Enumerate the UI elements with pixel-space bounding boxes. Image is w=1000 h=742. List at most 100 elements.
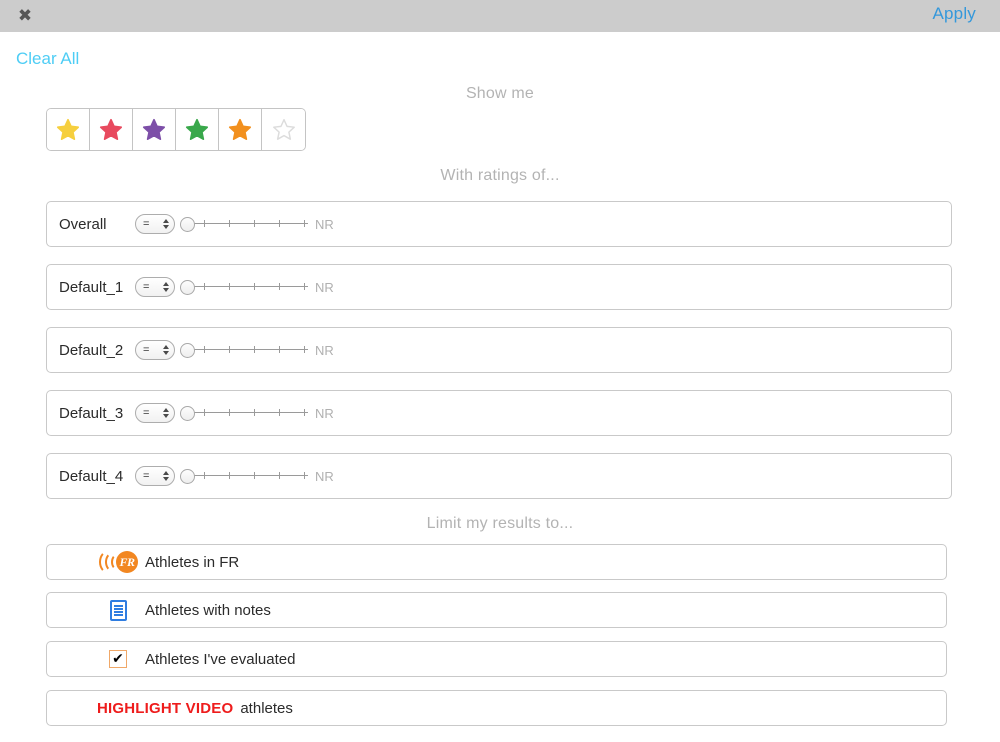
rating-slider-handle[interactable] bbox=[180, 342, 195, 358]
top-bar: ✖ Apply bbox=[0, 0, 1000, 32]
rating-row: Default_1 = NR bbox=[46, 264, 952, 310]
fr-logo-icon: FR bbox=[95, 550, 141, 574]
slider-tick bbox=[279, 472, 280, 479]
rating-operator-select[interactable]: = bbox=[135, 403, 175, 423]
slider-tick bbox=[254, 283, 255, 290]
rating-slider-handle[interactable] bbox=[180, 279, 195, 295]
highlight-video-tag: HIGHLIGHT VIDEO bbox=[97, 699, 234, 717]
close-icon[interactable]: ✖ bbox=[14, 5, 36, 27]
apply-button[interactable]: Apply bbox=[932, 4, 976, 24]
star-filter-star-green[interactable] bbox=[176, 109, 219, 150]
star-filter-star-purple[interactable] bbox=[133, 109, 176, 150]
slider-tick bbox=[254, 346, 255, 353]
star-filter-star-yellow[interactable] bbox=[47, 109, 90, 150]
limit-option-row[interactable]: Athletes with notes bbox=[46, 592, 947, 628]
slider-bar bbox=[194, 286, 308, 287]
slider-tick bbox=[204, 283, 205, 290]
clear-all-link[interactable]: Clear All bbox=[16, 49, 79, 69]
rating-slider-max-label: NR bbox=[315, 342, 334, 358]
rating-operator-value: = bbox=[143, 469, 150, 482]
limit-option-label: Athletes with notes bbox=[145, 601, 271, 619]
star-filter-star-orange[interactable] bbox=[219, 109, 262, 150]
rating-operator-select[interactable]: = bbox=[135, 466, 175, 486]
star-filter-star-empty[interactable] bbox=[262, 109, 305, 150]
rating-slider[interactable]: NR bbox=[180, 342, 334, 358]
rating-row-label: Default_3 bbox=[59, 404, 124, 422]
slider-tick bbox=[304, 220, 305, 227]
rating-operator-select[interactable]: = bbox=[135, 214, 175, 234]
rating-slider-track[interactable] bbox=[194, 469, 308, 483]
slider-tick bbox=[229, 283, 230, 290]
rating-row: Overall = NR bbox=[46, 201, 952, 247]
rating-row-label: Overall bbox=[59, 215, 107, 233]
rating-operator-select[interactable]: = bbox=[135, 340, 175, 360]
rating-slider-track[interactable] bbox=[194, 406, 308, 420]
slider-tick bbox=[304, 409, 305, 416]
rating-operator-value: = bbox=[143, 217, 150, 230]
rating-row-label: Default_1 bbox=[59, 278, 124, 296]
slider-tick bbox=[204, 472, 205, 479]
slider-tick bbox=[279, 220, 280, 227]
slider-bar bbox=[194, 223, 308, 224]
stepper-arrows-icon bbox=[163, 282, 169, 292]
rating-slider-max-label: NR bbox=[315, 468, 334, 484]
rating-slider-handle[interactable] bbox=[180, 468, 195, 484]
rating-operator-value: = bbox=[143, 406, 150, 419]
slider-tick bbox=[254, 472, 255, 479]
rating-slider-track[interactable] bbox=[194, 343, 308, 357]
slider-bar bbox=[194, 412, 308, 413]
rating-slider[interactable]: NR bbox=[180, 405, 334, 421]
limit-option-label: Athletes in FR bbox=[145, 553, 240, 571]
slider-tick bbox=[204, 346, 205, 353]
rating-slider[interactable]: NR bbox=[180, 216, 334, 232]
rating-slider-max-label: NR bbox=[315, 279, 334, 295]
rating-slider-handle[interactable] bbox=[180, 405, 195, 421]
slider-tick bbox=[229, 346, 230, 353]
slider-tick bbox=[254, 220, 255, 227]
star-filter-group[interactable] bbox=[46, 108, 306, 151]
section-label-with-ratings: With ratings of... bbox=[440, 167, 560, 184]
rating-slider[interactable]: NR bbox=[180, 468, 334, 484]
section-label-limit-results: Limit my results to... bbox=[426, 515, 574, 532]
limit-option-row[interactable]: HIGHLIGHT VIDEO athletes bbox=[46, 690, 947, 726]
checkbox-checked-icon[interactable]: ✔ bbox=[95, 650, 141, 668]
stepper-arrows-icon bbox=[163, 345, 169, 355]
star-icon bbox=[227, 117, 253, 142]
rating-slider-max-label: NR bbox=[315, 216, 334, 232]
rating-operator-select[interactable]: = bbox=[135, 277, 175, 297]
limit-option-row[interactable]: FR Athletes in FR bbox=[46, 544, 947, 580]
slider-tick bbox=[254, 409, 255, 416]
rating-row: Default_2 = NR bbox=[46, 327, 952, 373]
limit-option-row[interactable]: ✔ Athletes I've evaluated bbox=[46, 641, 947, 677]
rating-row: Default_4 = NR bbox=[46, 453, 952, 499]
rating-slider[interactable]: NR bbox=[180, 279, 334, 295]
notes-icon bbox=[95, 599, 141, 621]
stepper-arrows-icon bbox=[163, 219, 169, 229]
fr-disc-icon: FR bbox=[116, 551, 138, 573]
slider-tick bbox=[304, 346, 305, 353]
rating-row: Default_3 = NR bbox=[46, 390, 952, 436]
slider-tick bbox=[304, 472, 305, 479]
limit-option-label: Athletes I've evaluated bbox=[145, 650, 296, 668]
star-outline-icon bbox=[271, 117, 297, 142]
slider-bar bbox=[194, 475, 308, 476]
slider-tick bbox=[229, 472, 230, 479]
slider-tick bbox=[279, 409, 280, 416]
rating-slider-track[interactable] bbox=[194, 280, 308, 294]
slider-tick bbox=[204, 220, 205, 227]
limit-option-label: athletes bbox=[240, 699, 293, 717]
rating-slider-handle[interactable] bbox=[180, 216, 195, 232]
slider-tick bbox=[279, 283, 280, 290]
slider-tick bbox=[304, 283, 305, 290]
rating-row-label: Default_2 bbox=[59, 341, 124, 359]
section-label-show-me: Show me bbox=[465, 85, 535, 102]
star-filter-star-red[interactable] bbox=[90, 109, 133, 150]
slider-tick bbox=[279, 346, 280, 353]
rating-operator-value: = bbox=[143, 280, 150, 293]
slider-bar bbox=[194, 349, 308, 350]
rating-slider-max-label: NR bbox=[315, 405, 334, 421]
star-icon bbox=[98, 117, 124, 142]
rating-slider-track[interactable] bbox=[194, 217, 308, 231]
stepper-arrows-icon bbox=[163, 471, 169, 481]
star-icon bbox=[184, 117, 210, 142]
